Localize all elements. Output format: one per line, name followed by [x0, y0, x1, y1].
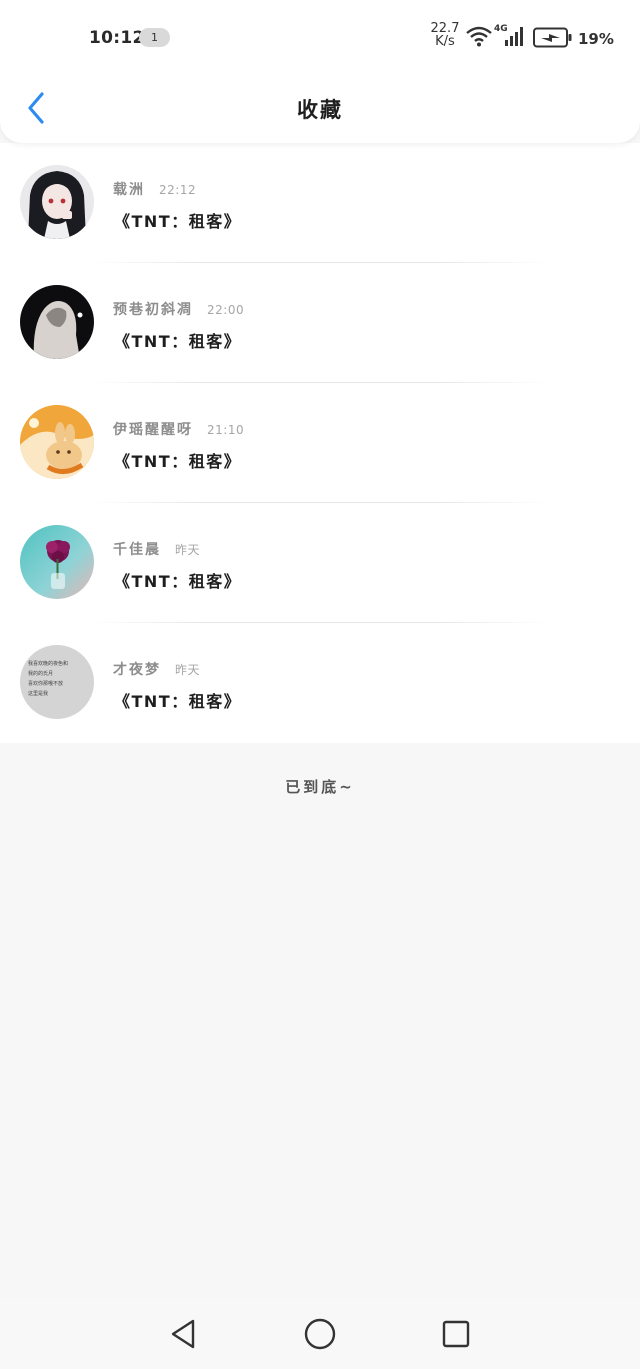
- system-nav-bar: [0, 1298, 640, 1369]
- user-name: 才夜梦: [113, 662, 161, 678]
- user-name: 预巷初斜凋: [113, 302, 193, 318]
- post-time: 22:00: [207, 303, 245, 317]
- name-line: 千佳晨 昨天: [113, 539, 200, 559]
- battery-icon: [533, 27, 573, 53]
- post-title[interactable]: 《TNT：租客》: [114, 208, 241, 232]
- list-item[interactable]: 预巷初斜凋 22:00 《TNT：租客》: [0, 263, 640, 383]
- post-time: 昨天: [175, 663, 201, 677]
- cartoon-bunny-avatar[interactable]: [20, 405, 94, 479]
- note-line: 我的的氏月: [28, 670, 53, 677]
- notification-badge: 1: [139, 28, 170, 47]
- app-header: 10:12 1 22.7 K/s 4G 19% 收藏: [0, 0, 640, 143]
- user-name: 千佳晨: [113, 542, 161, 558]
- post-time: 21:10: [207, 423, 245, 437]
- post-title[interactable]: 《TNT：租客》: [114, 328, 241, 352]
- name-line: 伊瑶醒醒呀 21:10: [113, 419, 244, 439]
- list-item[interactable]: 我喜欢晚的夜色和 我的的氏月 喜欢你那哦不放 这里是我 才夜梦 昨天 《TNT：…: [0, 623, 640, 743]
- note-line: 我喜欢晚的夜色和: [28, 660, 68, 667]
- note-line: 喜欢你那哦不放: [28, 680, 63, 687]
- page-title: 收藏: [297, 98, 343, 122]
- network-speed: 22.7 K/s: [427, 22, 463, 48]
- battery-percent: 19%: [578, 30, 614, 48]
- status-bar: 10:12 1 22.7 K/s 4G 19%: [0, 0, 640, 76]
- end-of-list-text: 已到底~: [285, 778, 355, 796]
- user-name: 载洲: [113, 182, 145, 198]
- text-note-avatar[interactable]: 我喜欢晚的夜色和 我的的氏月 喜欢你那哦不放 这里是我: [20, 645, 94, 719]
- user-name: 伊瑶醒醒呀: [113, 422, 193, 438]
- post-time: 22:12: [159, 183, 197, 197]
- favorites-list: 载洲 22:12 《TNT：租客》 预巷初斜凋 22:00 《TNT：租客》 伊…: [0, 143, 640, 743]
- status-time: 10:12: [89, 28, 145, 48]
- name-line: 预巷初斜凋 22:00: [113, 299, 244, 319]
- wifi-icon: [466, 25, 492, 51]
- post-title[interactable]: 《TNT：租客》: [114, 448, 241, 472]
- list-item[interactable]: 载洲 22:12 《TNT：租客》: [0, 143, 640, 263]
- network-speed-unit: K/s: [435, 34, 455, 49]
- post-time: 昨天: [175, 543, 201, 557]
- note-line: 这里是我: [28, 690, 48, 697]
- anime-girl-avatar[interactable]: [20, 165, 94, 239]
- list-item[interactable]: 千佳晨 昨天 《TNT：租客》: [0, 503, 640, 623]
- name-line: 载洲 22:12: [113, 179, 196, 199]
- cell-signal-icon: [504, 25, 526, 51]
- recents-square-icon[interactable]: [436, 1314, 476, 1354]
- list-item[interactable]: 伊瑶醒醒呀 21:10 《TNT：租客》: [0, 383, 640, 503]
- flower-vase-avatar[interactable]: [20, 525, 94, 599]
- name-line: 才夜梦 昨天: [113, 659, 200, 679]
- hooded-figure-avatar[interactable]: [20, 285, 94, 359]
- back-triangle-icon[interactable]: [163, 1314, 203, 1354]
- home-circle-icon[interactable]: [300, 1314, 340, 1354]
- post-title[interactable]: 《TNT：租客》: [114, 568, 241, 592]
- post-title[interactable]: 《TNT：租客》: [114, 688, 241, 712]
